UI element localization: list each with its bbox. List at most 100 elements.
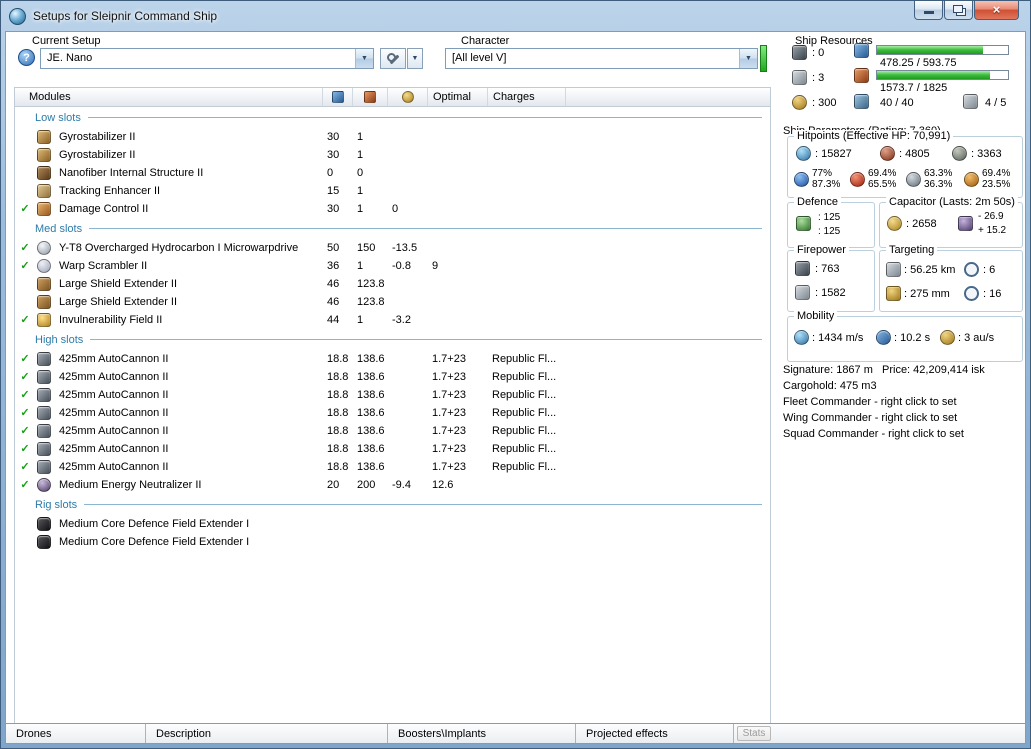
module-row[interactable]: ✓ Medium Energy Neutralizer II 20 200 -9.4 12…: [15, 476, 770, 494]
optimal-column-header[interactable]: Optimal: [428, 88, 488, 106]
capacitor-drain: - 26.9: [978, 211, 1004, 222]
module-cap: 0: [392, 203, 399, 215]
module-cpu: 46: [327, 296, 340, 308]
thermal-resist-cell: 69.4% 65.5%: [850, 168, 896, 190]
tools-icon: [387, 53, 399, 65]
module-icon-cell: [35, 148, 53, 162]
module-icon-cell: [35, 460, 53, 474]
tab-boosters-implants[interactable]: Boosters\Implants: [388, 724, 576, 743]
maximize-button[interactable]: [944, 1, 973, 20]
module-row[interactable]: ✓ 425mm AutoCannon II 18.8 138.6 1.7+23 Repub…: [15, 350, 770, 368]
module-name: Gyrostabilizer II: [59, 131, 136, 143]
setup-tools-button[interactable]: [380, 48, 406, 69]
powergrid-bar-fill: [877, 71, 990, 79]
nanofiber-icon: [37, 166, 51, 180]
capacitor-column-header[interactable]: [388, 88, 428, 106]
calibration-value: : 300: [812, 97, 837, 109]
module-grid: 1: [357, 185, 364, 197]
module-grid: 138.6: [357, 353, 385, 365]
help-icon[interactable]: ?: [18, 49, 35, 66]
chevron-down-icon[interactable]: ▼: [739, 49, 757, 68]
module-row[interactable]: Large Shield Extender II 46 123.8: [15, 275, 770, 293]
squad-commander-text[interactable]: Squad Commander - right click to set: [783, 428, 964, 440]
module-grid: 138.6: [357, 389, 385, 401]
fitted-check-icon: ✓: [20, 371, 30, 383]
module-row[interactable]: Medium Core Defence Field Extender I: [15, 533, 770, 551]
explosive-armor-resist: 23.5%: [982, 179, 1011, 190]
module-name: Large Shield Extender II: [59, 296, 178, 308]
module-row[interactable]: ✓ 425mm AutoCannon II 18.8 138.6 1.7+23 Repub…: [15, 386, 770, 404]
close-button[interactable]: ×: [974, 1, 1019, 20]
invuln-icon: [37, 313, 51, 327]
module-grid: 0: [357, 167, 364, 179]
module-row[interactable]: ✓ 425mm AutoCannon II 18.8 138.6 1.7+23 Repub…: [15, 440, 770, 458]
fitted-check-icon: ✓: [20, 425, 30, 437]
wing-commander-text[interactable]: Wing Commander - right click to set: [783, 412, 957, 424]
module-cpu: 18.8: [327, 443, 349, 455]
drone-slots-icon: [963, 94, 978, 109]
module-grid: 150: [357, 242, 376, 254]
module-grid: 1: [357, 131, 364, 143]
module-name: 425mm AutoCannon II: [59, 389, 169, 401]
tab-projected-effects[interactable]: Projected effects: [576, 724, 734, 743]
module-name: 425mm AutoCannon II: [59, 425, 169, 437]
tab-drones[interactable]: Drones: [6, 724, 146, 743]
minimize-button[interactable]: [914, 1, 943, 20]
chevron-down-icon[interactable]: ▼: [355, 49, 373, 68]
powergrid-column-icon: [364, 91, 376, 103]
module-row[interactable]: ✓ Damage Control II 30 1 0: [15, 200, 770, 218]
module-row[interactable]: ✓ 425mm AutoCannon II 18.8 138.6 1.7+23 Repub…: [15, 422, 770, 440]
setup-combobox[interactable]: JE. Nano ▼: [40, 48, 374, 69]
module-icon-cell: [35, 277, 53, 291]
explosive-icon: [964, 171, 979, 187]
module-row[interactable]: Nanofiber Internal Structure II 0 0: [15, 164, 770, 182]
module-row[interactable]: ✓ 425mm AutoCannon II 18.8 138.6 1.7+23 Repub…: [15, 368, 770, 386]
charges-column-header[interactable]: Charges: [488, 88, 566, 106]
targeting-group: Targeting : 56.25 km : 6 : 275 mm : 16: [879, 244, 1023, 312]
damage-control-icon: [37, 202, 51, 216]
module-row[interactable]: ✓ 425mm AutoCannon II 18.8 138.6 1.7+23 Repub…: [15, 458, 770, 476]
module-row[interactable]: Tracking Enhancer II 15 1: [15, 182, 770, 200]
slot-section-header: Low slots: [15, 107, 770, 128]
module-row[interactable]: ✓ Y-T8 Overcharged Hydrocarbon I Microwar…: [15, 239, 770, 257]
module-row[interactable]: ✓ Warp Scrambler II 36 1 -0.8 9: [15, 257, 770, 275]
slot-section-title: Med slots: [35, 222, 83, 235]
module-row[interactable]: Gyrostabilizer II 30 1: [15, 128, 770, 146]
autocannon-icon: [37, 352, 51, 366]
character-combobox[interactable]: [All level V] ▼: [445, 48, 758, 69]
drone-bay-value: 40 / 40: [880, 97, 914, 109]
scrambler-icon: [37, 259, 51, 273]
defence-bottom-value: : 125: [818, 226, 841, 237]
slot-section-line: [90, 339, 762, 340]
fitted-check-icon: ✓: [20, 461, 30, 473]
stats-button[interactable]: Stats: [737, 726, 771, 741]
module-row[interactable]: Gyrostabilizer II 30 1: [15, 146, 770, 164]
targeting-label: Targeting: [886, 244, 938, 256]
module-cpu: 18.8: [327, 353, 349, 365]
setup-tools-dropdown-button[interactable]: ▼: [407, 48, 423, 69]
fleet-commander-text[interactable]: Fleet Commander - right click to set: [783, 396, 957, 408]
module-name: Tracking Enhancer II: [59, 185, 161, 197]
module-row[interactable]: Large Shield Extender II 46 123.8: [15, 293, 770, 311]
em-shield-resist: 77%: [812, 168, 833, 179]
module-icon-cell: [35, 184, 53, 198]
module-grid: 1: [357, 149, 364, 161]
structure-hp-value: : 3363: [971, 148, 1002, 160]
module-row[interactable]: Medium Core Defence Field Extender I: [15, 515, 770, 533]
titlebar[interactable]: Setups for Sleipnir Command Ship: [1, 1, 1030, 31]
cpu-column-header[interactable]: [323, 88, 353, 106]
module-icon-cell: [35, 166, 53, 180]
em-resist-cell: 77% 87.3%: [794, 168, 840, 190]
thermal-armor-resist: 65.5%: [868, 179, 897, 190]
rig-icon: [37, 517, 51, 531]
powergrid-column-header[interactable]: [353, 88, 388, 106]
module-cpu: 36: [327, 260, 340, 272]
rig-icon: [37, 535, 51, 549]
em-icon: [794, 171, 809, 187]
module-row[interactable]: ✓ 425mm AutoCannon II 18.8 138.6 1.7+23 Repub…: [15, 404, 770, 422]
tab-boosters-implants-label: Boosters\Implants: [398, 727, 487, 740]
module-grid: 138.6: [357, 443, 385, 455]
module-row[interactable]: ✓ Invulnerability Field II 44 1 -3.2: [15, 311, 770, 329]
modules-column-header[interactable]: Modules: [15, 88, 323, 106]
tab-description[interactable]: Description: [146, 724, 388, 743]
